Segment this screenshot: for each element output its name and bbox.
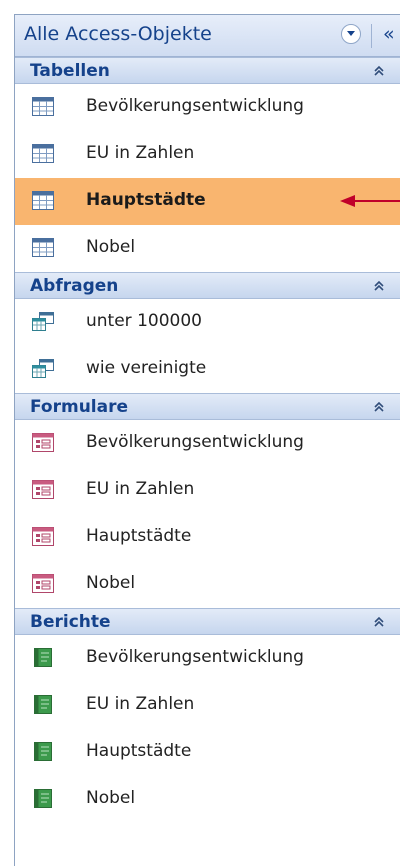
chevron-up-double-icon[interactable] [373,401,385,413]
item-label: Hauptstädte [86,526,192,546]
table-icon [32,238,54,257]
item-label: wie vereinigte [86,358,207,378]
list-item-form[interactable]: Nobel [15,561,400,608]
report-icon [34,695,52,714]
query-icon [32,359,54,378]
chevron-up-double-icon[interactable] [373,65,385,77]
item-label: Bevölkerungsentwicklung [86,96,304,116]
group-title: Berichte [30,612,111,632]
list-item-form[interactable]: Bevölkerungsentwicklung [15,420,400,467]
navigation-pane: Alle Access-Objekte « Tabellen Bevölkeru… [14,14,400,866]
item-label: Hauptstädte [86,190,206,210]
list-item-query[interactable]: unter 100000 [15,299,400,346]
table-icon [32,97,54,116]
list-item-form[interactable]: Hauptstädte [15,514,400,561]
item-label: unter 100000 [86,311,202,331]
query-icon [32,312,54,331]
list-item-table[interactable]: Bevölkerungsentwicklung [15,84,400,131]
collapse-pane-button[interactable]: « [383,23,395,45]
list-item-report[interactable]: Bevölkerungsentwicklung [15,635,400,682]
list-item-query[interactable]: wie vereinigte [15,346,400,393]
item-label: Bevölkerungsentwicklung [86,647,304,667]
chevron-up-double-icon[interactable] [373,280,385,292]
item-label: Nobel [86,788,136,808]
list-item-form[interactable]: EU in Zahlen [15,467,400,514]
group-title: Tabellen [30,61,110,81]
list-item-report[interactable]: Hauptstädte [15,729,400,776]
dropdown-button[interactable] [341,24,361,44]
annotation-arrow-icon [340,195,400,207]
table-icon [32,144,54,163]
item-label: EU in Zahlen [86,143,195,163]
form-icon [32,527,54,546]
report-icon [34,742,52,761]
form-icon [32,433,54,452]
table-icon [32,191,54,210]
chevron-down-icon [347,31,355,36]
item-label: Bevölkerungsentwicklung [86,432,304,452]
form-icon [32,480,54,499]
group-header-abfragen[interactable]: Abfragen [15,272,400,299]
group-header-formulare[interactable]: Formulare [15,393,400,420]
item-label: EU in Zahlen [86,694,195,714]
list-item-table[interactable]: EU in Zahlen [15,131,400,178]
group-header-berichte[interactable]: Berichte [15,608,400,635]
header-divider [371,24,372,48]
list-item-table-selected[interactable]: Hauptstädte [15,178,400,225]
form-icon [32,574,54,593]
list-item-table[interactable]: Nobel [15,225,400,272]
group-title: Formulare [30,397,129,417]
report-icon [34,648,52,667]
chevron-up-double-icon[interactable] [373,616,385,628]
item-label: Hauptstädte [86,741,192,761]
report-icon [34,789,52,808]
item-label: Nobel [86,573,136,593]
nav-pane-header[interactable]: Alle Access-Objekte « [15,15,400,57]
list-item-report[interactable]: Nobel [15,776,400,823]
list-item-report[interactable]: EU in Zahlen [15,682,400,729]
item-label: EU in Zahlen [86,479,195,499]
item-label: Nobel [86,237,136,257]
group-title: Abfragen [30,276,119,296]
nav-pane-title[interactable]: Alle Access-Objekte [24,23,212,45]
group-header-tabellen[interactable]: Tabellen [15,57,400,84]
